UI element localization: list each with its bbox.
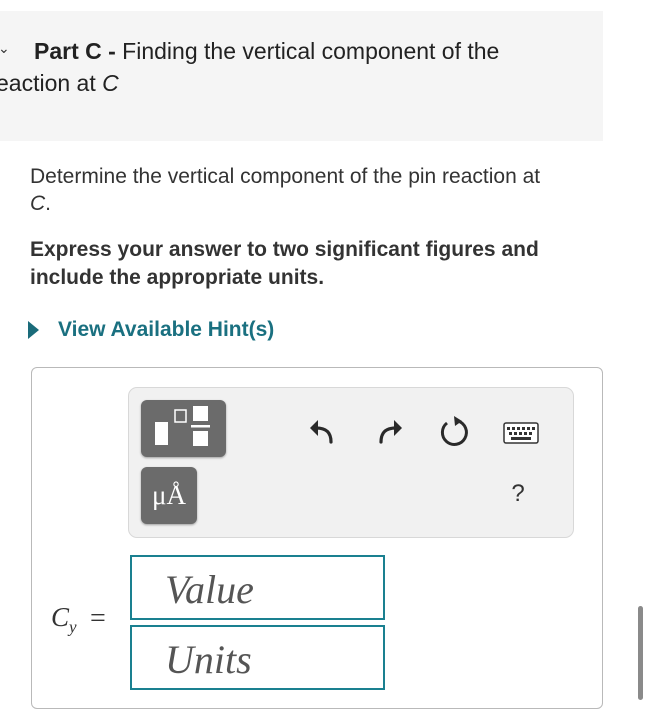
question-var: C — [30, 192, 46, 215]
units-placeholder: Units — [165, 637, 252, 682]
view-hints-link[interactable]: View Available Hint(s) — [28, 318, 274, 342]
answer-variable-subscript: y — [69, 617, 77, 637]
value-input[interactable]: Value — [130, 555, 385, 620]
part-title-var: C — [102, 70, 119, 96]
reset-icon[interactable] — [437, 414, 471, 448]
expand-triangle-icon — [28, 321, 39, 339]
units-icon: μÅ — [152, 480, 186, 510]
answer-variable: Cy — [51, 602, 77, 637]
equals-sign: = — [90, 603, 106, 634]
part-title: Part C - Finding the vertical component … — [34, 38, 499, 65]
templates-icon — [155, 406, 210, 446]
scrollbar[interactable] — [638, 606, 643, 700]
keyboard-icon[interactable] — [503, 422, 539, 444]
templates-button[interactable] — [141, 400, 226, 457]
undo-icon[interactable] — [307, 416, 337, 446]
redo-icon[interactable] — [375, 416, 405, 446]
question-suffix: . — [45, 192, 52, 215]
value-placeholder: Value — [165, 567, 254, 612]
question-text: Determine the vertical component of the … — [30, 163, 605, 217]
answer-variable-symbol: C — [51, 602, 70, 632]
part-title-text: Finding the vertical component of the — [115, 38, 500, 64]
view-hints-label: View Available Hint(s) — [58, 318, 275, 341]
part-label: Part C - — [34, 38, 116, 64]
answer-instructions: Express your answer to two significant f… — [30, 238, 539, 289]
question-body: Determine the vertical component of the … — [30, 165, 541, 188]
collapse-caret-icon[interactable]: ⌄ — [0, 40, 10, 57]
help-icon[interactable]: ? — [506, 480, 530, 508]
units-button[interactable]: μÅ — [141, 467, 197, 524]
units-input[interactable]: Units — [130, 625, 385, 690]
part-title-line2-text: eaction at — [0, 70, 103, 96]
part-title-line2: eaction at C — [0, 70, 119, 97]
